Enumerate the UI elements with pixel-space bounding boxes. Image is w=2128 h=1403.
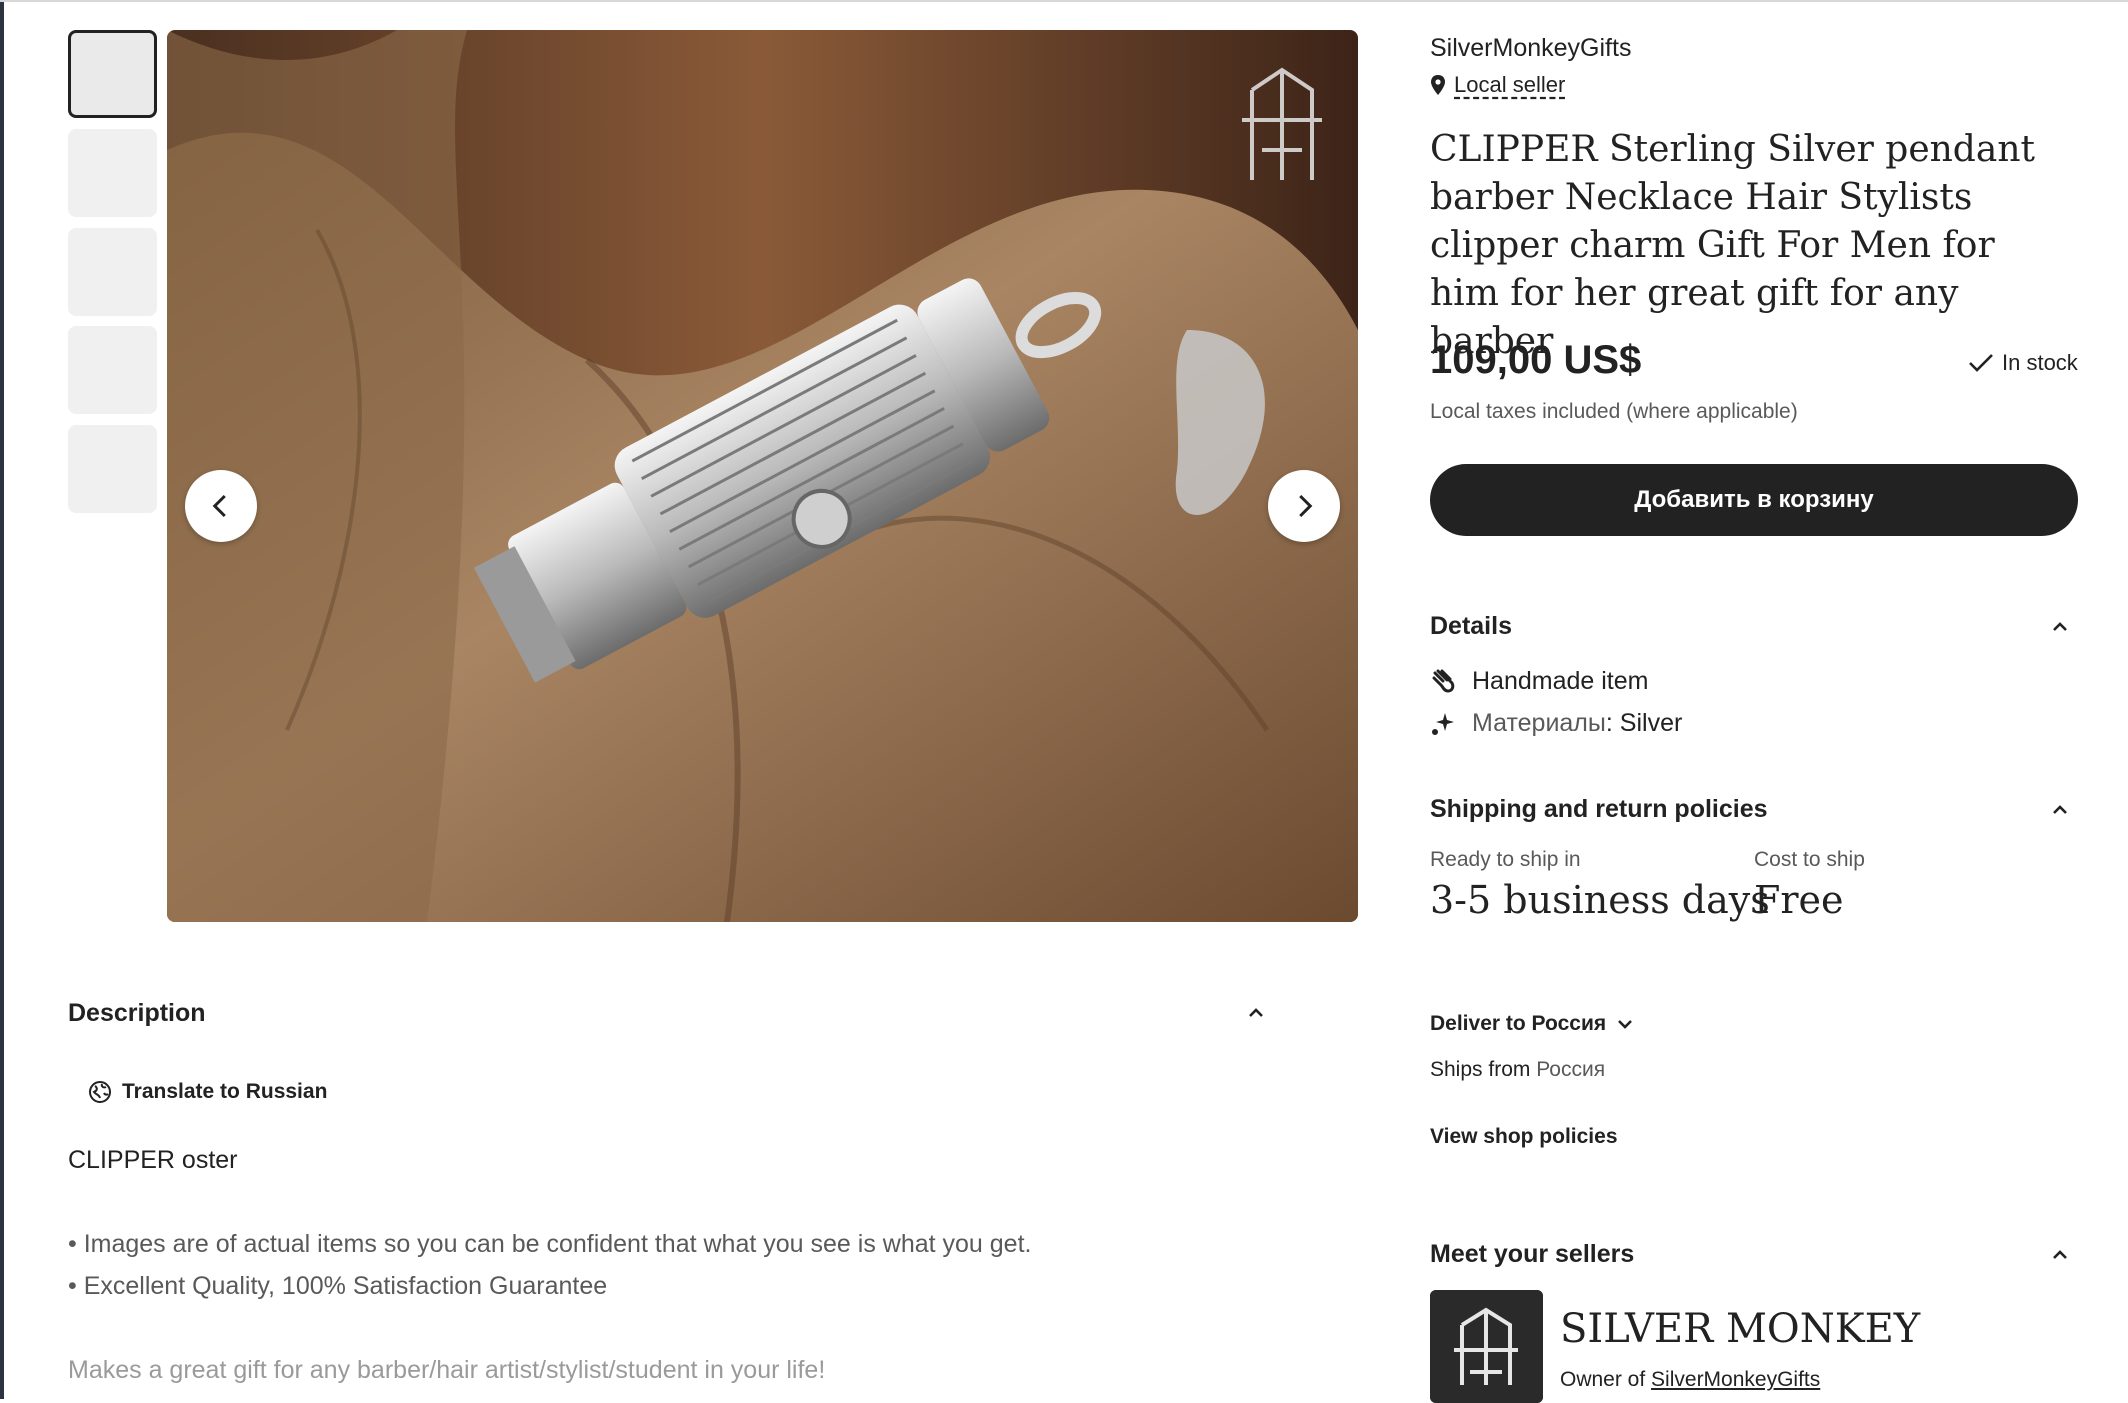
materials-separator: : bbox=[1605, 709, 1613, 737]
shipping-heading[interactable]: Shipping and return policies bbox=[1430, 795, 1768, 824]
detail-materials: Материалы: Silver bbox=[1430, 709, 1682, 738]
materials-label: Материалы bbox=[1472, 709, 1606, 737]
description-line-faded: Makes a great gift for any barber/hair a… bbox=[68, 1356, 826, 1384]
translate-button[interactable]: Translate to Russian bbox=[88, 1080, 327, 1104]
stock-status: In stock bbox=[1968, 350, 2078, 376]
owner-of: Owner of SilverMonkeyGifts bbox=[1560, 1368, 1820, 1392]
chevron-up-icon[interactable] bbox=[1246, 1003, 1266, 1023]
ships-from-label: Ships from bbox=[1430, 1058, 1531, 1081]
description-bullet: • Excellent Quality, 100% Satisfaction G… bbox=[68, 1272, 608, 1300]
chevron-down-icon bbox=[1618, 1020, 1633, 1029]
product-photo-illustration bbox=[167, 30, 1358, 922]
owner-shop-link[interactable]: SilverMonkeyGifts bbox=[1651, 1368, 1820, 1391]
shop-name-link[interactable]: SilverMonkeyGifts bbox=[1430, 34, 1631, 63]
chevron-up-icon[interactable] bbox=[2050, 800, 2070, 820]
next-image-button[interactable] bbox=[1268, 470, 1340, 542]
description-line: CLIPPER oster bbox=[68, 1146, 238, 1174]
ready-to-ship-value: 3-5 business days bbox=[1430, 878, 1770, 922]
description-heading[interactable]: Description bbox=[68, 999, 206, 1028]
thumbnail-5[interactable] bbox=[68, 425, 157, 513]
thumbnail-1[interactable] bbox=[68, 30, 157, 118]
add-to-cart-button[interactable]: Добавить в корзину bbox=[1430, 464, 2078, 536]
cost-to-ship-value: Free bbox=[1754, 878, 1844, 922]
local-seller-badge[interactable]: Local seller bbox=[1430, 72, 1565, 98]
thumbnail-4[interactable] bbox=[68, 326, 157, 414]
deliver-to-selector[interactable]: Deliver to Россия bbox=[1430, 1012, 1634, 1036]
chevron-up-icon[interactable] bbox=[2050, 617, 2070, 637]
chevron-right-icon bbox=[1299, 494, 1313, 518]
translate-label: Translate to Russian bbox=[122, 1080, 328, 1103]
top-divider bbox=[0, 0, 2128, 2]
ships-from-country: Россия bbox=[1536, 1058, 1606, 1081]
sparkle-icon bbox=[1432, 712, 1454, 735]
deliver-prefix: Deliver to bbox=[1430, 1012, 1526, 1035]
chevron-up-icon[interactable] bbox=[2050, 1245, 2070, 1265]
globe-icon bbox=[89, 1081, 111, 1103]
seller-avatar[interactable] bbox=[1430, 1290, 1543, 1403]
local-seller-label: Local seller bbox=[1454, 72, 1566, 97]
stock-label: In stock bbox=[2002, 350, 2078, 375]
listing-price: 109,00 US$ bbox=[1430, 338, 1642, 382]
seller-logo-image bbox=[1430, 1290, 1543, 1403]
owner-prefix: Owner of bbox=[1560, 1368, 1646, 1391]
previous-image-button[interactable] bbox=[185, 470, 257, 542]
cost-to-ship-label: Cost to ship bbox=[1754, 848, 1865, 871]
view-shop-policies-link[interactable]: View shop policies bbox=[1430, 1125, 1618, 1149]
materials-value: Silver bbox=[1619, 709, 1683, 737]
detail-handmade: Handmade item bbox=[1430, 667, 1648, 696]
description-bullet: • Images are of actual items so you can … bbox=[68, 1230, 1032, 1258]
product-photo[interactable] bbox=[167, 30, 1358, 922]
window-edge bbox=[0, 0, 4, 1399]
deliver-country: Россия bbox=[1531, 1012, 1607, 1035]
tax-note: Local taxes included (where applicable) bbox=[1430, 400, 1798, 423]
ready-to-ship-label: Ready to ship in bbox=[1430, 848, 1581, 871]
location-pin-icon bbox=[1431, 75, 1445, 95]
details-heading[interactable]: Details bbox=[1430, 612, 1512, 641]
seller-name: SILVER MONKEY bbox=[1560, 1306, 1921, 1352]
thumbnail-3[interactable] bbox=[68, 228, 157, 316]
listing-title: CLIPPER Sterling Silver pendant barber N… bbox=[1430, 129, 2035, 362]
checkmark-icon bbox=[1969, 354, 1993, 372]
meet-sellers-heading[interactable]: Meet your sellers bbox=[1430, 1240, 1634, 1269]
chevron-left-icon bbox=[212, 494, 226, 518]
ships-from: Ships from Россия bbox=[1430, 1058, 1605, 1082]
hand-icon bbox=[1432, 669, 1455, 693]
handmade-label: Handmade item bbox=[1472, 667, 1649, 695]
thumbnail-2[interactable] bbox=[68, 129, 157, 217]
